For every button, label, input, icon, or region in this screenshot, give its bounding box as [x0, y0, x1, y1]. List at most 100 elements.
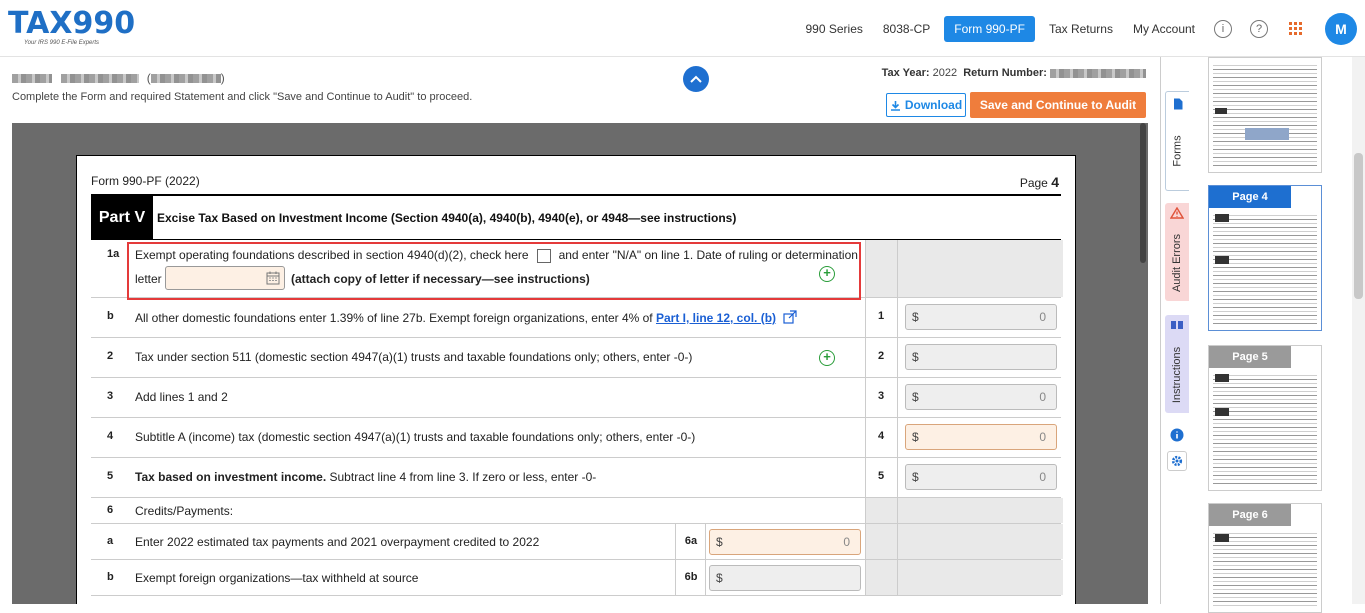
avatar[interactable]: M: [1325, 13, 1357, 45]
tab-forms-label: Forms: [1172, 135, 1184, 166]
info-icon[interactable]: i: [1214, 20, 1232, 38]
line-2-text: Tax under section 511 (domestic section …: [135, 350, 692, 364]
column-separator: [897, 240, 898, 297]
column-separator: [897, 560, 898, 595]
line-6b-text: Exempt foreign organizations—tax withhel…: [135, 571, 418, 585]
download-button[interactable]: Download: [886, 93, 966, 117]
line-5-row: 5 Tax based on investment income. Subtra…: [91, 458, 1061, 498]
thumbnail-preview: [1213, 372, 1317, 486]
form-name: Form 990-PF (2022): [91, 174, 200, 188]
line-number: 1a: [107, 248, 119, 260]
save-continue-audit-button[interactable]: Save and Continue to Audit: [970, 92, 1146, 118]
part-title: Excise Tax Based on Investment Income (S…: [157, 211, 736, 225]
line-number: b: [107, 310, 114, 322]
line-5-text-body: Subtract line 4 from line 3. If zero or …: [326, 470, 596, 484]
scrollbar-thumb[interactable]: [1354, 153, 1363, 299]
settings-gear-icon[interactable]: [1167, 451, 1187, 471]
tab-forms[interactable]: Forms: [1165, 91, 1189, 191]
line-number: b: [107, 571, 114, 583]
form-viewer: Form 990-PF (2022) Page 4 Part V Excise …: [12, 123, 1148, 604]
external-link-icon[interactable]: [783, 310, 797, 324]
thumbnail-block: [1215, 108, 1227, 114]
column-separator: [897, 338, 898, 377]
info-circle-icon[interactable]: [1167, 425, 1187, 445]
line-1a-highlight-box: [127, 242, 861, 300]
thumbnail-label: Page 6: [1209, 504, 1291, 526]
line-6-text: Credits/Payments:: [135, 504, 233, 518]
line-box-label: 3: [865, 390, 897, 402]
currency-sign: $: [912, 390, 919, 404]
line-1-amount: $ 0: [905, 304, 1057, 330]
thumbnail-block: [1245, 128, 1289, 140]
line-3-text: Add lines 1 and 2: [135, 390, 228, 404]
column-separator: [897, 498, 898, 523]
amount-value: 0: [1039, 430, 1046, 444]
nav-8038-cp[interactable]: 8038-CP: [873, 16, 940, 42]
page-thumbnail-6[interactable]: Page 6: [1208, 503, 1322, 613]
column-separator: [865, 524, 866, 559]
line-box-label: 6a: [675, 535, 707, 547]
thumbnail-block: [1215, 408, 1229, 416]
download-icon: [890, 100, 901, 111]
help-icon[interactable]: ?: [1250, 20, 1268, 38]
logo-text: TAX990: [8, 8, 128, 40]
tab-audit-errors[interactable]: Audit Errors: [1165, 203, 1189, 301]
thumbnail-label: Page 4: [1209, 186, 1291, 208]
nav-990-series[interactable]: 990 Series: [796, 16, 873, 42]
shaded-area: [865, 498, 1063, 523]
part-tag: Part V: [91, 196, 153, 240]
currency-sign: $: [912, 350, 919, 364]
form-instruction-text: Complete the Form and required Statement…: [12, 91, 472, 103]
nav-my-account[interactable]: My Account: [1123, 16, 1205, 42]
page-thumbnail-4[interactable]: Page 4: [1208, 185, 1322, 331]
page-thumbnail-3[interactable]: [1208, 57, 1322, 173]
thumbnail-preview: [1213, 62, 1317, 168]
column-separator: [865, 240, 866, 297]
column-separator: [897, 458, 898, 497]
column-separator: [897, 298, 898, 337]
column-separator: [897, 418, 898, 457]
tab-instructions-label: Instructions: [1171, 347, 1183, 403]
column-separator: [865, 560, 866, 595]
tax-year-value: 2022: [933, 67, 957, 79]
nav-tax-returns[interactable]: Tax Returns: [1039, 16, 1123, 42]
top-bar: TAX990 Your IRS 990 E-File Experts 990 S…: [0, 0, 1365, 57]
line-4-amount-input[interactable]: $ 0: [905, 424, 1057, 450]
line-6-row: 6 Credits/Payments:: [91, 498, 1061, 524]
line-6a-amount-input[interactable]: $ 0: [709, 529, 861, 555]
nav-form-990-pf[interactable]: Form 990-PF: [944, 16, 1035, 42]
collapse-header-button[interactable]: [683, 66, 709, 92]
add-statement-plus-icon[interactable]: +: [819, 350, 835, 366]
line-6a-row: a Enter 2022 estimated tax payments and …: [91, 524, 1061, 560]
currency-sign: $: [912, 310, 919, 324]
line-box-label: 6b: [675, 571, 707, 583]
shaded-area: [865, 560, 1063, 595]
return-number-label: Return Number:: [963, 67, 1047, 79]
amount-value: 0: [1039, 470, 1046, 484]
line-box-label: 5: [865, 470, 897, 482]
line-number: 6: [107, 504, 113, 516]
apps-grid-icon[interactable]: [1289, 22, 1303, 36]
tax-year-label: Tax Year:: [882, 67, 930, 79]
line-box-label: 1: [865, 310, 897, 322]
viewer-scrollbar[interactable]: [1140, 123, 1146, 263]
line-3-row: 3 Add lines 1 and 2 3 $ 0: [91, 378, 1061, 418]
thumbnail-block: [1215, 256, 1229, 264]
page-thumbnail-5[interactable]: Page 5: [1208, 345, 1322, 491]
thumbnail-block: [1215, 534, 1229, 542]
line-2-amount: $: [905, 344, 1057, 370]
thumbnail-block: [1215, 214, 1229, 222]
line-3-amount: $ 0: [905, 384, 1057, 410]
part-i-line-12-link[interactable]: Part I, line 12, col. (b): [656, 311, 776, 325]
amount-value: 0: [843, 535, 850, 549]
tab-instructions[interactable]: Instructions: [1165, 315, 1189, 413]
thumbnail-preview: [1213, 212, 1317, 326]
tax990-logo[interactable]: TAX990 Your IRS 990 E-File Experts: [8, 8, 128, 50]
currency-sign: $: [912, 430, 919, 444]
amount-value: 0: [1039, 390, 1046, 404]
thumbnail-scrollbar[interactable]: [1352, 57, 1365, 604]
shaded-area: [865, 524, 1063, 559]
line-4-text: Subtitle A (income) tax (domestic sectio…: [135, 430, 695, 444]
side-tabs: Forms Audit Errors Instructions: [1160, 57, 1192, 604]
thumbnail-label: Page 5: [1209, 346, 1291, 368]
